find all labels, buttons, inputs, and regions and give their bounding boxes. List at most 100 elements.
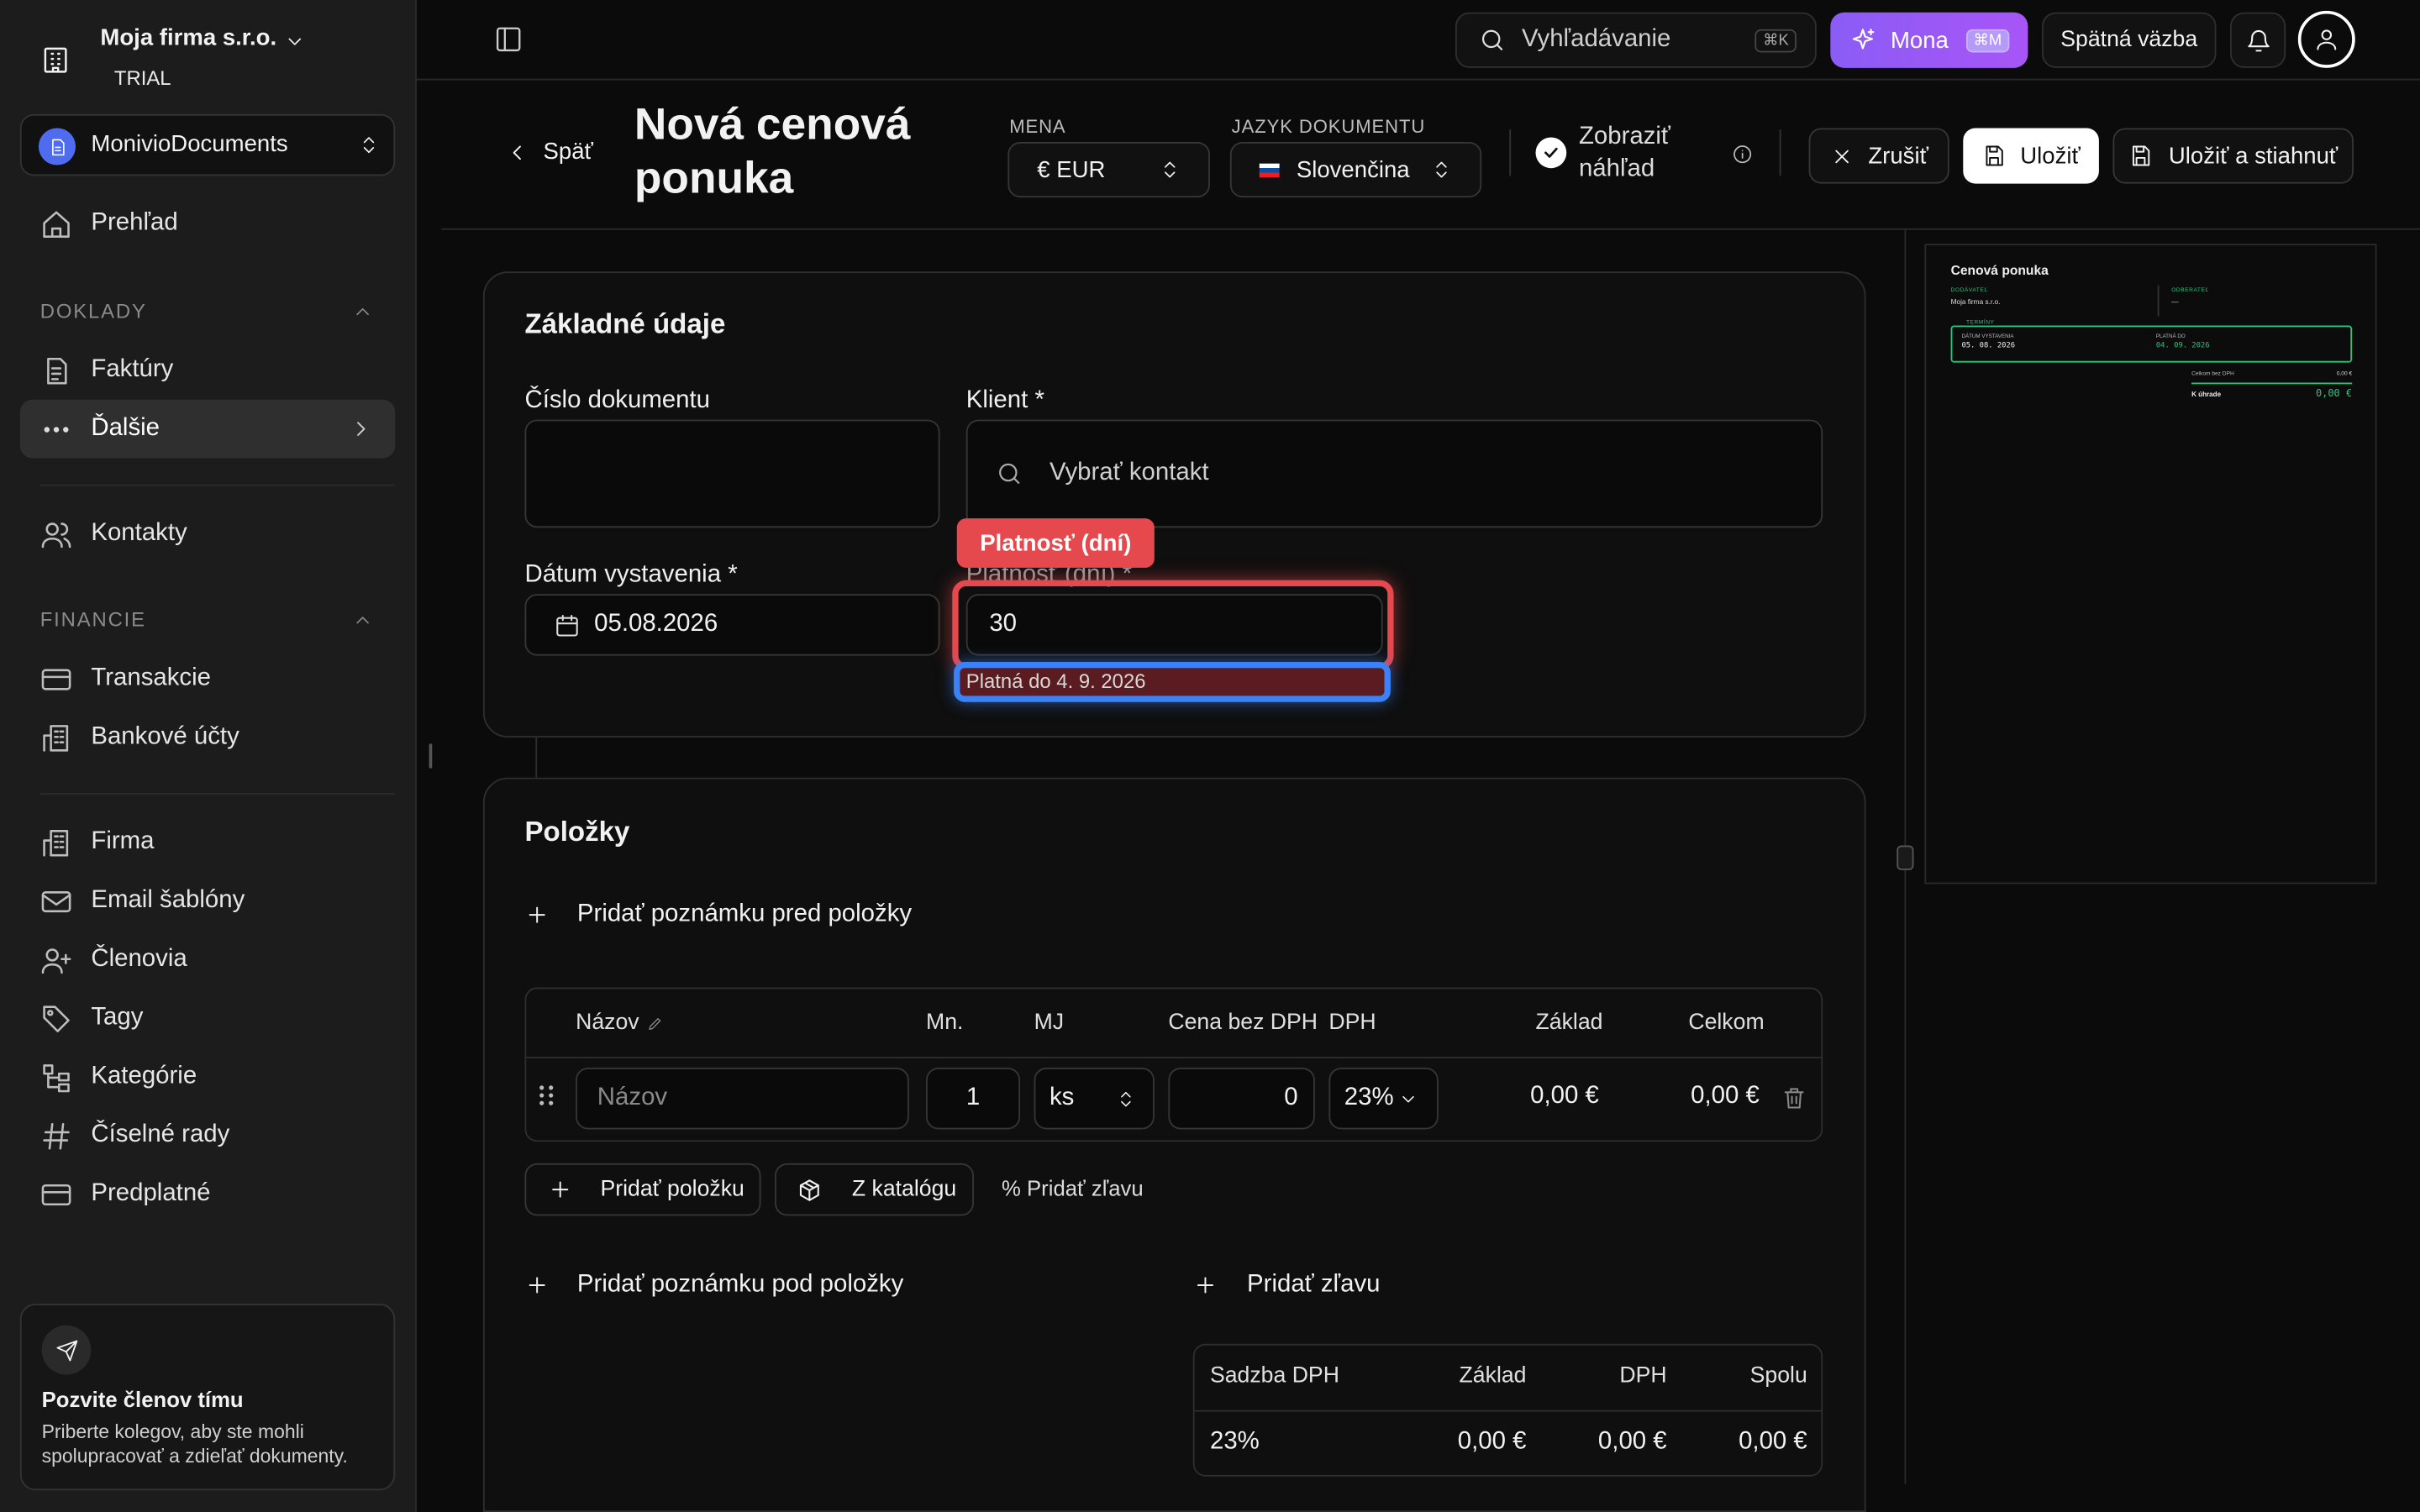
sidebar-item-label: Tagy <box>91 1004 144 1031</box>
save-download-button[interactable]: Uložiť a stiahnuť <box>2112 128 2354 184</box>
basic-info-title: Základné údaje <box>524 308 726 340</box>
sidebar-item-label: Ďalšie <box>91 415 160 442</box>
user-icon <box>2317 29 2337 50</box>
item-vat-select[interactable]: 23% <box>1328 1067 1439 1130</box>
sidebar-item-invoices[interactable]: Faktúry <box>20 341 395 400</box>
column-header-base: Základ <box>1535 1011 1603 1036</box>
trash-icon[interactable] <box>1781 1084 1807 1110</box>
preview-issue-label: DÁTUM VYSTAVENIA <box>1961 333 2014 340</box>
company-switcher[interactable]: Moja firma s.r.o. TRIAL <box>40 22 395 96</box>
more-dots-icon <box>44 426 69 432</box>
from-catalog-button[interactable]: Z katalógu <box>775 1163 974 1216</box>
save-download-label: Uložiť a stiahnuť <box>2168 142 2338 170</box>
preview-title: Cenová ponuka <box>1950 262 2049 278</box>
language-select[interactable]: Slovenčina <box>1229 141 1482 198</box>
preview-supplier-label: DODÁVATEĽ <box>1950 286 1988 293</box>
sidebar-item-tags[interactable]: Tagy <box>20 989 395 1047</box>
item-name-input[interactable]: Názov <box>576 1067 909 1130</box>
add-note-before-button[interactable]: Pridať poznámku pred položky <box>524 901 912 929</box>
category-tree-icon <box>43 1063 70 1092</box>
plan-badge: TRIAL <box>113 66 171 90</box>
calendar-icon <box>556 614 578 636</box>
feedback-button[interactable]: Spätná väzba <box>2041 12 2217 68</box>
validity-input[interactable]: 30 <box>965 594 1383 656</box>
credit-card-icon <box>41 1184 71 1205</box>
item-price-input[interactable]: 0 <box>1168 1067 1315 1130</box>
sparkles-icon <box>1852 29 1875 50</box>
save-button[interactable]: Uložiť <box>1963 128 2099 184</box>
sidebar-item-categories[interactable]: Kategórie <box>20 1047 395 1106</box>
add-discount-small-button[interactable]: % Pridať zľavu <box>1002 1176 1144 1200</box>
sidebar-resize-handle[interactable] <box>429 743 433 769</box>
client-select[interactable]: Vybrať kontakt <box>965 419 1823 528</box>
validity-value: 30 <box>989 611 1018 638</box>
add-discount-button[interactable]: Pridať zľavu <box>1193 1271 1381 1299</box>
column-header-name: Názov <box>576 1011 664 1035</box>
chevron-up-icon[interactable] <box>352 609 374 631</box>
item-qty-input[interactable]: 1 <box>926 1067 1021 1130</box>
back-button[interactable]: Späť <box>505 139 593 165</box>
document-preview: Cenová ponuka DODÁVATEĽ Moja firma s.r.o… <box>1924 244 2377 885</box>
chevron-up-icon[interactable] <box>352 301 374 323</box>
vat-row-total: 0,00 € <box>1739 1428 1807 1456</box>
notifications-button[interactable] <box>2230 12 2286 68</box>
add-item-button[interactable]: Pridať položku <box>524 1163 761 1216</box>
sidebar-item-transactions[interactable]: Transakcie <box>20 649 395 708</box>
invite-team-card[interactable]: Pozvite členov tímu Priberte kolegov, ab… <box>19 1304 396 1491</box>
sidebar-item-number-series[interactable]: Číselné rady <box>20 1106 395 1165</box>
add-note-after-label: Pridať poznámku pod položky <box>576 1271 904 1298</box>
preview-resize-handle[interactable] <box>1897 845 1914 870</box>
chevron-updown-icon <box>1165 161 1176 178</box>
avatar[interactable] <box>2297 10 2355 68</box>
sidebar-item-bank-accounts[interactable]: Bankové účty <box>20 708 395 767</box>
sidebar-item-label: Prehľad <box>91 209 178 237</box>
client-placeholder: Vybrať kontakt <box>1049 459 1209 486</box>
cancel-label: Zrušiť <box>1868 142 1928 170</box>
chevron-updown-icon <box>1436 161 1447 178</box>
credit-card-icon <box>41 668 71 690</box>
add-note-after-button[interactable]: Pridať poznámku pod položky <box>524 1271 903 1299</box>
sidebar-item-contacts[interactable]: Kontakty <box>20 505 395 564</box>
sidebar-item-subscription[interactable]: Predplatné <box>20 1165 395 1224</box>
issue-date-input[interactable]: 05.08.2026 <box>524 594 940 656</box>
item-base-value: 0,00 € <box>1530 1083 1599 1110</box>
show-preview-toggle[interactable]: Zobraziť náhľad <box>1535 120 1670 185</box>
drag-handle-icon[interactable] <box>537 1083 555 1107</box>
plus-icon <box>529 906 545 923</box>
search-input[interactable]: Vyhľadávanie ⌘K <box>1455 12 1817 68</box>
workspace-name: MonivioDocuments <box>91 131 288 158</box>
sidebar-item-label: Transakcie <box>91 664 211 691</box>
section-documents-label: DOKLADY <box>39 299 147 323</box>
assistant-button[interactable]: Mona ⌘M <box>1830 12 2028 68</box>
send-icon <box>41 1325 92 1375</box>
preview-due-value: 0,00 € <box>2315 387 2353 400</box>
bank-building-icon <box>43 724 69 751</box>
divider <box>2157 285 2160 317</box>
item-unit-value: ks <box>1049 1084 1075 1111</box>
info-icon[interactable] <box>1732 144 1754 165</box>
language-label: JAZYK DOKUMENTU <box>1231 115 1426 138</box>
back-label: Späť <box>543 139 593 165</box>
cancel-button[interactable]: Zrušiť <box>1808 128 1949 184</box>
vat-header-vat: DPH <box>1619 1363 1667 1389</box>
sidebar-item-overview[interactable]: Prehľad <box>20 194 395 253</box>
sidebar-item-label: Email šablóny <box>91 887 245 914</box>
save-icon <box>1986 145 2003 166</box>
chevron-updown-icon <box>1121 1090 1131 1106</box>
sidebar-item-company[interactable]: Firma <box>20 813 395 872</box>
item-unit-select[interactable]: ks <box>1034 1067 1155 1130</box>
sidebar-item-email-templates[interactable]: Email šablóny <box>20 872 395 931</box>
column-header-total: Celkom <box>1688 1011 1765 1036</box>
pencil-icon[interactable] <box>647 1015 664 1032</box>
doc-number-input[interactable] <box>524 419 940 528</box>
slovak-flag-icon <box>1259 162 1280 177</box>
add-discount-label: Pridať zľavu <box>1247 1271 1381 1298</box>
validity-tooltip: Platnosť (dní) <box>956 518 1155 568</box>
sidebar-toggle-icon[interactable] <box>494 24 523 54</box>
sidebar-item-members[interactable]: Členovia <box>20 931 395 990</box>
show-preview-label: Zobraziť náhľad <box>1579 120 1670 185</box>
divider <box>39 484 396 486</box>
currency-select[interactable]: € EUR <box>1007 141 1210 198</box>
workspace-switcher[interactable]: MonivioDocuments <box>19 113 396 176</box>
sidebar-item-more[interactable]: Ďalšie <box>19 399 396 459</box>
